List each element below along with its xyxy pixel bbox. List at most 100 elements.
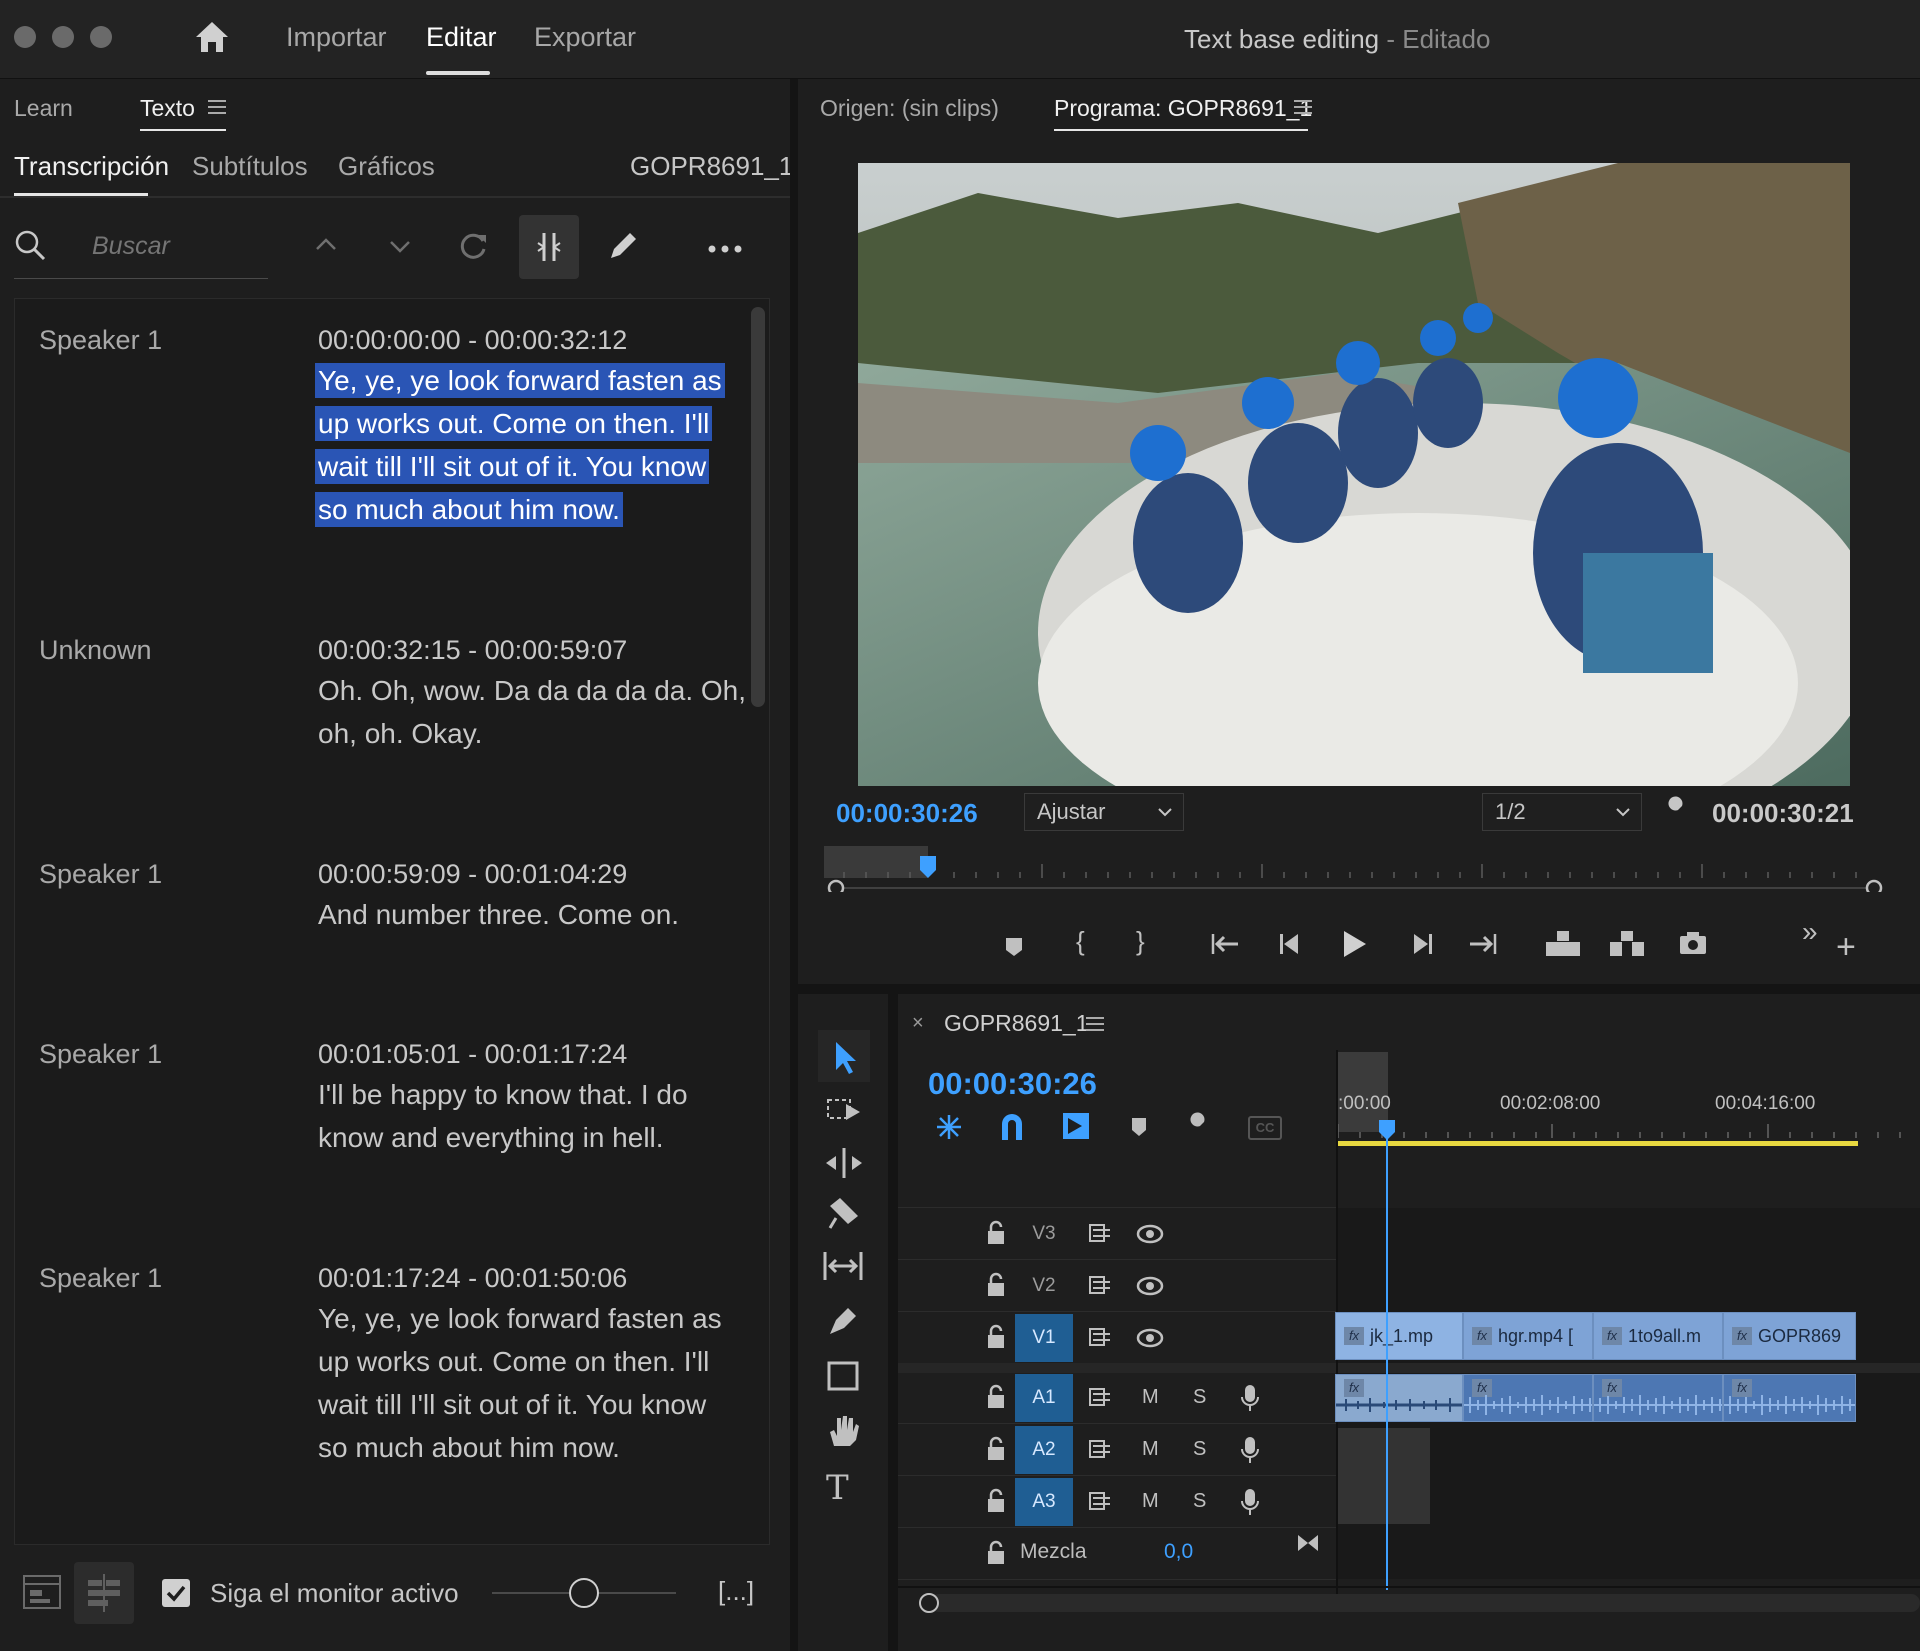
panel-menu-icon[interactable]	[1294, 99, 1312, 115]
selection-tool-button[interactable]	[818, 1030, 870, 1082]
audio-clip[interactable]: fx	[1593, 1374, 1723, 1422]
eye-icon[interactable]	[1136, 1224, 1164, 1244]
mark-in-icon[interactable]: {	[1076, 926, 1085, 957]
go-to-out-icon[interactable]	[1468, 930, 1498, 958]
tab-graficos[interactable]: Gráficos	[338, 151, 435, 182]
sync-lock-icon[interactable]	[1088, 1326, 1112, 1348]
solo-a3-button[interactable]: S	[1193, 1490, 1206, 1513]
mute-a1-button[interactable]: M	[1142, 1386, 1159, 1409]
solo-a2-button[interactable]: S	[1193, 1438, 1206, 1461]
step-forward-icon[interactable]	[1408, 932, 1434, 956]
speaker-label[interactable]: Speaker 1	[39, 1263, 162, 1294]
caption-track-button[interactable]	[74, 1562, 134, 1624]
monitor-time-ruler[interactable]	[824, 846, 1884, 892]
captions-cc-icon[interactable]: CC	[1248, 1116, 1282, 1140]
ellipsis-button[interactable]: [...]	[718, 1576, 754, 1607]
lock-icon[interactable]	[986, 1488, 1006, 1514]
video-clip[interactable]: fx hgr.mp4 [	[1463, 1312, 1593, 1360]
eye-icon[interactable]	[1136, 1328, 1164, 1348]
panel-menu-icon[interactable]	[208, 99, 226, 115]
pencil-icon[interactable]	[606, 229, 640, 263]
mute-a3-button[interactable]: M	[1142, 1490, 1159, 1513]
window-close-button[interactable]	[14, 26, 36, 48]
lock-icon[interactable]	[986, 1436, 1006, 1462]
refresh-icon[interactable]	[456, 229, 490, 263]
snap-magnet-icon[interactable]	[998, 1112, 1026, 1142]
tab-transcripcion[interactable]: Transcripción	[14, 151, 169, 182]
sync-lock-icon[interactable]	[1088, 1274, 1112, 1296]
tab-subtitulos[interactable]: Subtítulos	[192, 151, 308, 182]
export-frame-icon[interactable]	[1678, 930, 1708, 956]
track-select-icon[interactable]	[826, 1096, 862, 1126]
timeline-ruler[interactable]	[1338, 1120, 1920, 1142]
speaker-label[interactable]: Unknown	[39, 635, 152, 666]
playhead-handle[interactable]	[1377, 1118, 1397, 1142]
transcript-segment-text[interactable]: Ye, ye, ye look forward fasten as up wor…	[318, 1297, 738, 1469]
video-clip[interactable]: fx GOPR869	[1723, 1312, 1856, 1360]
sequence-tab[interactable]: GOPR8691_1	[944, 1010, 1088, 1037]
lock-icon[interactable]	[986, 1272, 1006, 1298]
solo-a1-button[interactable]: S	[1193, 1386, 1206, 1409]
pen-tool-icon[interactable]	[826, 1304, 860, 1338]
more-options-icon[interactable]	[708, 245, 742, 253]
transcript-segment-text[interactable]: Oh. Oh, wow. Da da da da da. Oh, oh, oh.…	[318, 669, 758, 755]
close-sequence-icon[interactable]: ×	[912, 1012, 924, 1035]
nest-sequences-icon[interactable]	[934, 1112, 964, 1142]
microphone-icon[interactable]	[1240, 1383, 1260, 1413]
video-clip[interactable]: fx jk_1.mp	[1335, 1312, 1463, 1360]
hand-tool-icon[interactable]	[826, 1412, 860, 1448]
audio-clip[interactable]: fx	[1335, 1374, 1463, 1422]
track-a2-toggle[interactable]: A2	[1015, 1426, 1073, 1474]
zoom-scroll-handle[interactable]	[919, 1593, 939, 1613]
zoom-fit-dropdown[interactable]: Ajustar	[1024, 793, 1184, 831]
rectangle-tool-icon[interactable]	[826, 1360, 860, 1392]
lift-icon[interactable]	[1544, 928, 1582, 958]
sync-lock-icon[interactable]	[1088, 1386, 1112, 1408]
transcript-scrollbar[interactable]	[751, 307, 765, 707]
step-back-icon[interactable]	[1278, 932, 1304, 956]
lock-icon[interactable]	[986, 1540, 1006, 1566]
timeline-zoom-scrollbar[interactable]	[930, 1594, 1920, 1612]
play-icon[interactable]	[1342, 929, 1368, 959]
mute-a2-button[interactable]: M	[1142, 1438, 1159, 1461]
audio-clip[interactable]: fx	[1463, 1374, 1593, 1422]
lock-icon[interactable]	[986, 1384, 1006, 1410]
home-icon[interactable]	[194, 20, 230, 54]
nav-exportar[interactable]: Exportar	[534, 22, 636, 53]
zoom-slider-handle[interactable]	[569, 1578, 599, 1608]
track-v1-toggle[interactable]: V1	[1015, 1314, 1073, 1362]
tab-texto[interactable]: Texto	[140, 95, 195, 122]
track-v3-toggle[interactable]: V3	[1015, 1210, 1073, 1258]
button-editor-add-icon[interactable]: +	[1836, 928, 1856, 967]
extract-icon[interactable]	[1608, 928, 1646, 958]
program-video-frame[interactable]	[858, 163, 1850, 786]
split-segment-button[interactable]	[519, 215, 579, 279]
tab-program-monitor[interactable]: Programa: GOPR8691_1	[1054, 95, 1312, 122]
chevron-up-icon[interactable]	[315, 237, 337, 251]
speaker-label[interactable]: Speaker 1	[39, 1039, 162, 1070]
work-area-bar[interactable]	[1338, 1141, 1858, 1146]
nav-importar[interactable]: Importar	[286, 22, 387, 53]
chevron-down-icon[interactable]	[389, 240, 411, 254]
slip-tool-icon[interactable]	[822, 1250, 864, 1282]
playback-resolution-dropdown[interactable]: 1/2	[1482, 793, 1642, 831]
lock-icon[interactable]	[986, 1324, 1006, 1350]
track-v2-toggle[interactable]: V2	[1015, 1262, 1073, 1310]
search-input[interactable]	[90, 225, 264, 267]
follow-monitor-checkbox[interactable]	[162, 1579, 190, 1607]
lock-icon[interactable]	[986, 1220, 1006, 1246]
sync-lock-icon[interactable]	[1088, 1438, 1112, 1460]
track-a3-toggle[interactable]: A3	[1015, 1478, 1073, 1526]
speaker-label[interactable]: Speaker 1	[39, 325, 162, 356]
window-minimize-button[interactable]	[52, 26, 74, 48]
nav-editar[interactable]: Editar	[426, 22, 497, 53]
transcript-segment-text[interactable]: And number three. Come on.	[318, 893, 738, 936]
video-clip[interactable]: fx 1to9all.m	[1593, 1312, 1723, 1360]
wrench-icon[interactable]	[1662, 796, 1692, 826]
type-tool-icon[interactable]: T	[826, 1468, 849, 1508]
transcript-segment-text[interactable]: Ye, ye, ye look forward fasten as up wor…	[315, 359, 735, 531]
wrench-icon[interactable]	[1184, 1112, 1214, 1142]
panel-menu-icon[interactable]	[1086, 1016, 1104, 1032]
razor-icon[interactable]	[826, 1196, 860, 1230]
transcript-segment-text[interactable]: I'll be happy to know that. I do know an…	[318, 1073, 718, 1159]
